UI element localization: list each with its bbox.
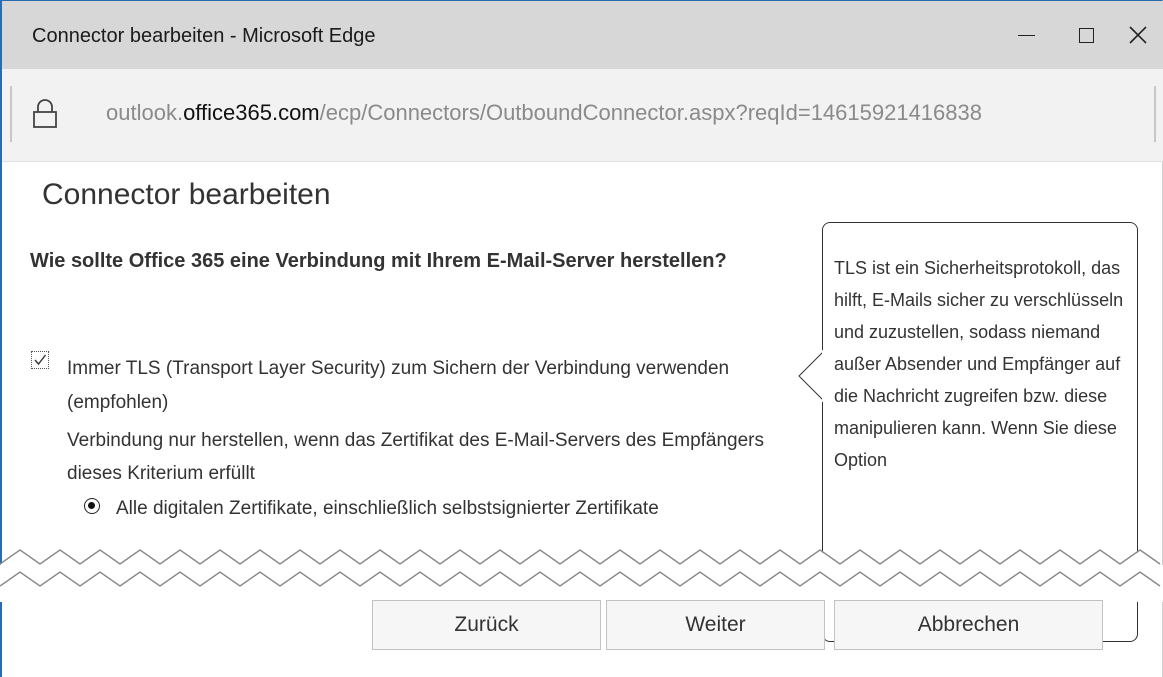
window-title: Connector bearbeiten - Microsoft Edge bbox=[32, 25, 376, 47]
cancel-button[interactable]: Abbrechen bbox=[834, 600, 1103, 650]
url-field[interactable]: outlook.office365.com/ecp/Connectors/Out… bbox=[106, 100, 1146, 126]
url-domain: office365.com bbox=[183, 100, 320, 125]
all-certificates-radio-label[interactable]: Alle digitalen Zertifikate, einschließli… bbox=[116, 492, 756, 525]
lock-icon bbox=[33, 99, 57, 128]
close-button[interactable] bbox=[1109, 1, 1163, 69]
tls-checkbox-label[interactable]: Immer TLS (Transport Layer Security) zum… bbox=[67, 352, 767, 420]
address-bar-divider bbox=[10, 86, 12, 142]
callout-text: TLS ist ein Sicherheitsprotokoll, das hi… bbox=[834, 258, 1124, 470]
minimize-icon bbox=[1017, 34, 1035, 36]
maximize-icon bbox=[1078, 27, 1094, 43]
connection-question: Wie sollte Office 365 eine Verbindung mi… bbox=[30, 250, 727, 272]
all-certificates-radio[interactable] bbox=[84, 498, 100, 514]
maximize-button[interactable] bbox=[1057, 1, 1115, 69]
tls-checkbox[interactable] bbox=[31, 351, 49, 369]
next-button[interactable]: Weiter bbox=[606, 600, 825, 650]
certificate-condition-text: Verbindung nur herstellen, wenn das Zert… bbox=[67, 430, 765, 484]
back-button[interactable]: Zurück bbox=[372, 600, 601, 650]
url-prefix: outlook. bbox=[106, 100, 184, 125]
title-bar: Connector bearbeiten - Microsoft Edge bbox=[2, 1, 1163, 69]
url-path: /ecp/Connectors/OutboundConnector.aspx?r… bbox=[319, 100, 982, 125]
page-title: Connector bearbeiten bbox=[42, 178, 331, 211]
minimize-button[interactable] bbox=[997, 1, 1055, 69]
callout-pointer bbox=[798, 350, 826, 402]
torn-edge-divider bbox=[0, 549, 1163, 602]
address-bar: outlook.office365.com/ecp/Connectors/Out… bbox=[2, 69, 1163, 162]
checkmark-icon bbox=[34, 354, 47, 366]
close-icon bbox=[1129, 26, 1147, 44]
address-bar-divider-right bbox=[1154, 86, 1156, 142]
